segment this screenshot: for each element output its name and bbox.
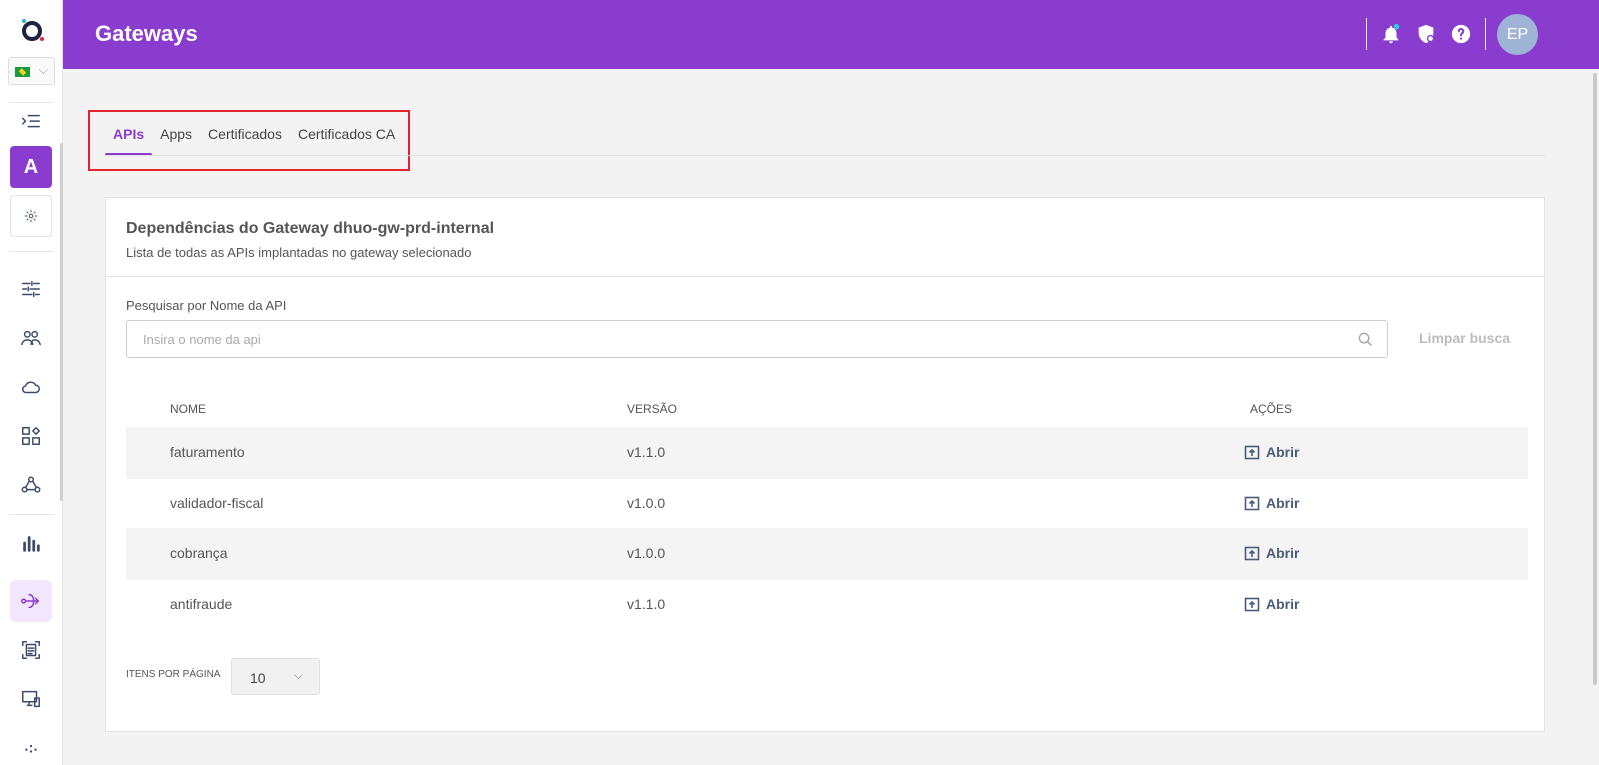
sidebar-scrollbar[interactable] [60,143,63,501]
header-divider [1485,18,1486,50]
table-row: cobrança v1.0.0 Abrir [126,528,1528,580]
app-logo[interactable] [19,17,45,43]
open-button[interactable]: Abrir [1244,545,1299,561]
top-header: Gateways EP [63,0,1599,69]
api-name: antifraude [170,596,233,612]
open-button[interactable]: Abrir [1244,596,1299,612]
sidebar-divider [9,514,54,515]
open-external-icon [1244,445,1260,460]
chevron-down-icon: ⌵ [38,63,48,77]
api-name: faturamento [170,444,245,460]
gateway-icon[interactable] [10,580,52,622]
api-version: v1.0.0 [627,495,666,511]
tab-certificados[interactable]: Certificados [200,118,290,156]
table-row: antifraude v1.1.0 Abrir [126,579,1528,631]
workspace-a-label: A [23,155,39,178]
document-scan-icon[interactable] [10,629,52,671]
search-field [126,320,1388,358]
bell-icon[interactable] [1379,22,1403,46]
api-version: v1.1.0 [627,444,666,460]
left-sidebar: ⌵ A [0,0,63,765]
sliders-icon[interactable] [10,268,52,310]
column-header-actions: AÇÕES [1250,402,1293,416]
webhook-icon[interactable] [10,464,52,506]
help-icon[interactable] [1449,22,1473,46]
open-label: Abrir [1266,596,1300,612]
open-button[interactable]: Abrir [1244,495,1299,511]
open-button[interactable]: Abrir [1244,444,1299,460]
users-icon[interactable] [10,317,52,359]
api-name: validador-fiscal [170,495,264,511]
language-selector[interactable]: ⌵ [8,57,55,85]
api-version: v1.0.0 [627,545,666,561]
api-version: v1.1.0 [627,596,666,612]
search-icon[interactable] [1358,332,1373,347]
workspace-a-button[interactable]: A [10,146,52,188]
security-shield-icon[interactable] [1414,22,1438,46]
table-header: NOME VERSÃO AÇÕES [126,398,1528,422]
open-external-icon [1244,496,1260,511]
column-header-name: NOME [170,402,206,416]
table-row: validador-fiscal v1.0.0 Abrir [126,478,1528,530]
page-scrollbar[interactable] [1593,73,1597,685]
api-name: cobrança [170,545,228,561]
card-divider [106,276,1544,277]
more-icon[interactable] [10,726,52,765]
items-per-page-label: ITENS POR PÁGINA [126,669,221,680]
tab-certificados-ca[interactable]: Certificados CA [290,118,403,156]
items-per-page-select[interactable]: 10 ⌵ [231,658,320,695]
monitor-icon[interactable] [10,678,52,720]
clear-search-button[interactable]: Limpar busca [1419,330,1510,346]
collapse-menu-icon[interactable] [10,101,52,143]
gear-icon[interactable] [10,195,52,237]
open-external-icon [1244,597,1260,612]
chevron-down-icon: ⌵ [293,668,303,682]
open-label: Abrir [1266,495,1300,511]
dependencies-card: Dependências do Gateway dhuo-gw-prd-inte… [105,197,1545,732]
brazil-flag-icon [15,67,30,77]
sidebar-divider [9,251,54,252]
tab-underline-divider [105,155,1545,156]
tab-apps[interactable]: Apps [152,118,200,156]
user-avatar[interactable]: EP [1497,14,1538,55]
table-row: faturamento v1.1.0 Abrir [126,427,1528,479]
search-label: Pesquisar por Nome da API [126,298,287,313]
tab-apis[interactable]: APIs [105,118,153,156]
card-subtitle: Lista de todas as APIs implantadas no ga… [126,245,472,260]
open-label: Abrir [1266,545,1300,561]
cloud-icon[interactable] [10,366,52,408]
apps-icon[interactable] [10,415,52,457]
header-divider [1366,18,1367,50]
open-external-icon [1244,546,1260,561]
card-title: Dependências do Gateway dhuo-gw-prd-inte… [126,220,495,237]
column-header-version: VERSÃO [627,402,678,416]
search-input[interactable] [127,321,1387,357]
tab-bar: APIs Apps Certificados Certificados CA [105,118,403,156]
items-per-page-value: 10 [250,670,266,686]
open-label: Abrir [1266,444,1300,460]
page-title: Gateways [95,21,198,46]
bar-chart-icon[interactable] [10,522,52,564]
